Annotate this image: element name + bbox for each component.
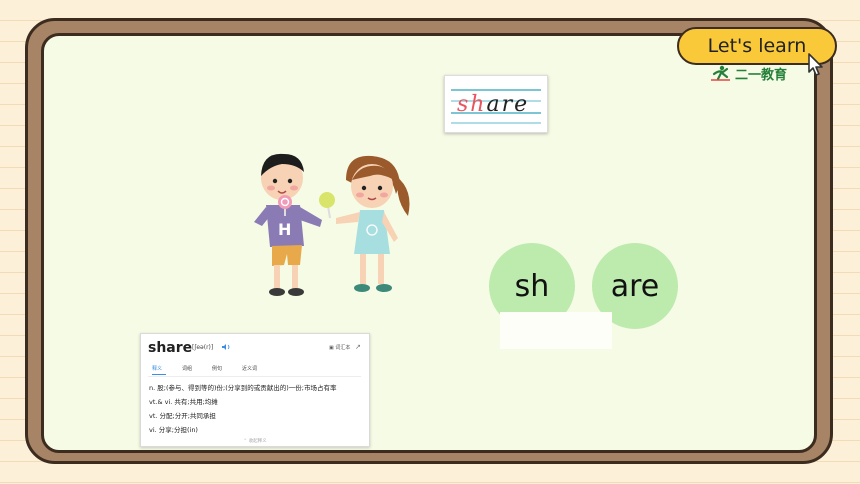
syllable-are-label: are	[610, 268, 660, 304]
card-word: share	[457, 92, 529, 117]
vocab-book-button[interactable]: ▣ 词汇本	[329, 344, 350, 351]
dictionary-tabs: 释义 词组 例句 近义词	[148, 364, 361, 377]
speaker-icon[interactable]	[221, 343, 231, 351]
dictionary-popup: share [ʃeə(r)] ▣ 词汇本 ↗ 释义 词组 例句 近义词 n. 股…	[140, 333, 370, 447]
brand-logo: 二一教育	[710, 64, 788, 83]
children-sharing-illustration: H	[254, 153, 410, 296]
collapse-label: 收起释义	[248, 439, 267, 444]
boy-figure: H	[254, 153, 322, 296]
runner-logo-icon	[711, 65, 730, 81]
word-card: share	[444, 75, 548, 133]
vocab-book-label: 词汇本	[335, 345, 351, 351]
lets-learn-label: Let's learn	[707, 35, 807, 57]
svg-text:H: H	[278, 220, 291, 239]
card-guide-line	[451, 122, 541, 124]
card-word-onset: sh	[457, 92, 487, 117]
girl-figure	[319, 155, 410, 292]
share-icon[interactable]: ↗	[355, 343, 361, 351]
tab-phrases[interactable]: 词组	[182, 365, 192, 372]
definition-line: n. 股;(参与、得到等的)份;(分享到的或贡献出的)一份;市场占有率	[149, 384, 337, 392]
brand-name: 二一教育	[735, 67, 788, 83]
card-word-rime: are	[486, 92, 530, 117]
definition-line: vt. 分配;分开;共同承担	[149, 412, 216, 420]
definition-line: vi. 分享;分担(in)	[149, 426, 198, 434]
dictionary-headword: share	[148, 340, 193, 356]
tab-synonyms[interactable]: 近义词	[242, 365, 257, 372]
syllable-sh-label: sh	[514, 268, 550, 304]
hand-cursor-icon	[808, 53, 823, 76]
collapse-definitions-link[interactable]: ⌃ 收起释义	[141, 438, 369, 444]
definition-line: vt.& vi. 共有;共用;均摊	[149, 398, 218, 406]
dictionary-phonetic: [ʃeə(r)]	[192, 344, 214, 351]
tab-definitions[interactable]: 释义	[152, 365, 162, 372]
active-tab-indicator	[152, 374, 166, 375]
answer-box[interactable]	[500, 312, 612, 349]
card-guide-line	[451, 89, 541, 91]
tab-examples[interactable]: 例句	[212, 365, 222, 372]
